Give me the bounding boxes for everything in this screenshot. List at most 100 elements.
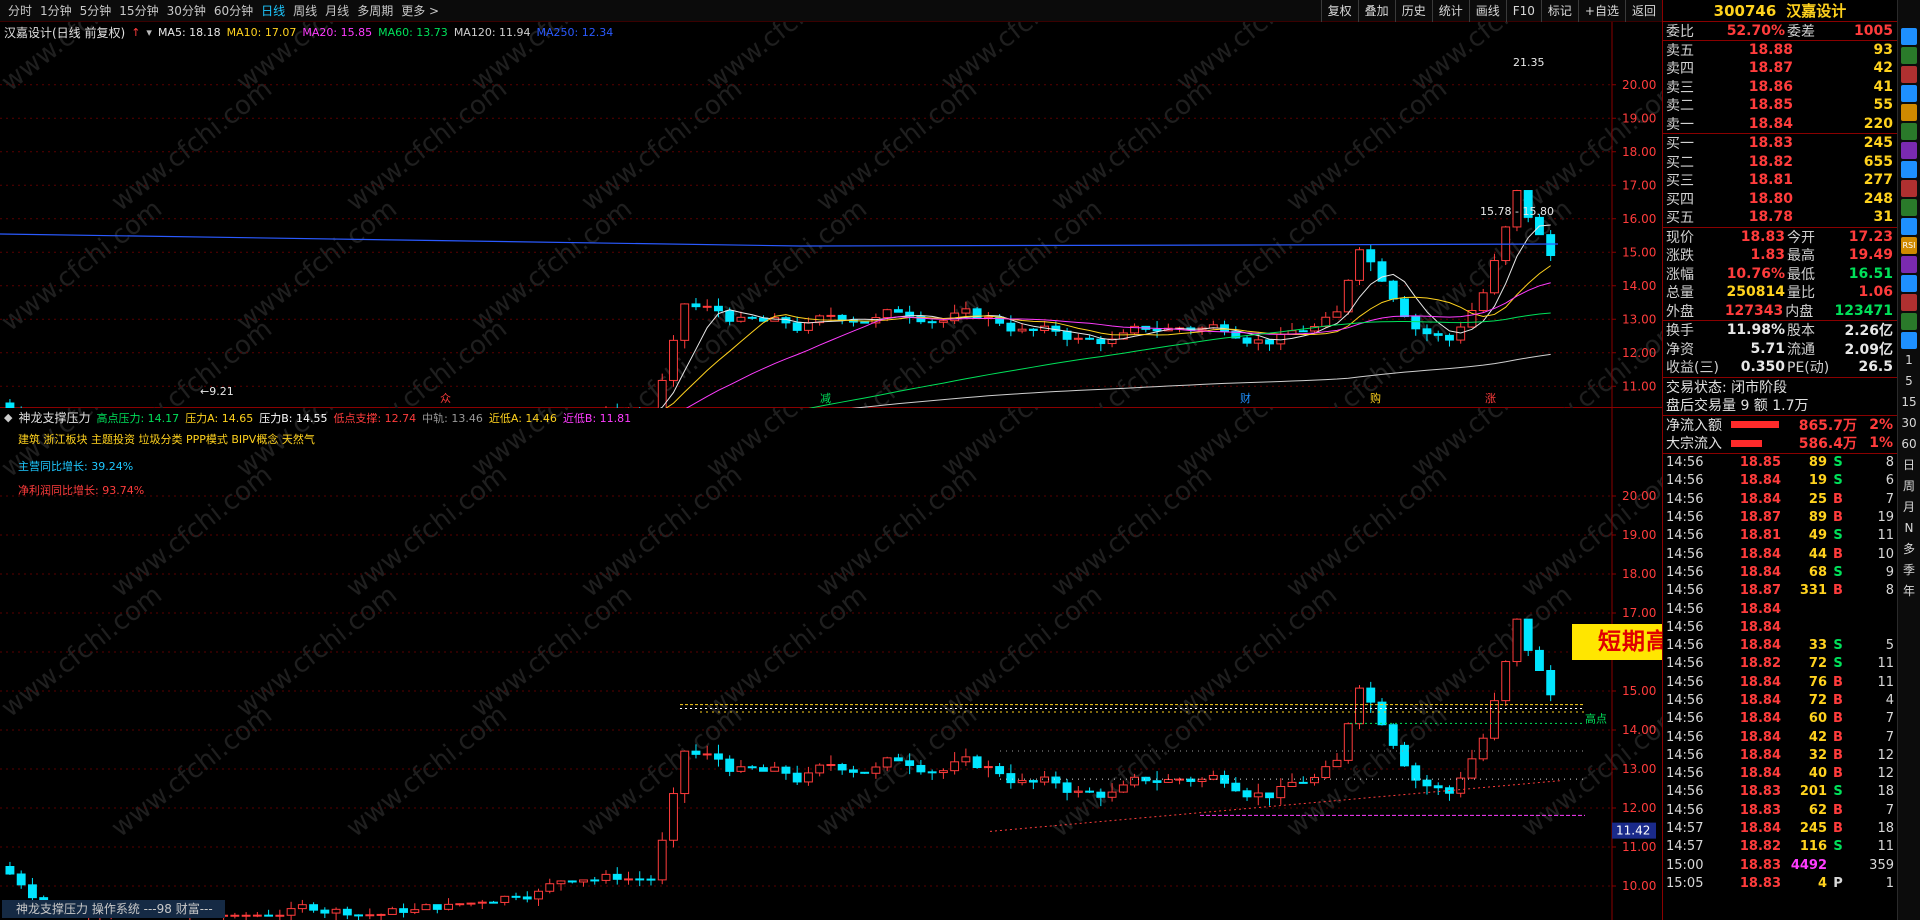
- candle-up: [252, 914, 262, 917]
- tick-row: 14:56 18.81 49 S 11: [1663, 527, 1897, 545]
- compare-icon[interactable]: RSI: [1901, 237, 1917, 254]
- tab-period-7[interactable]: 周线: [289, 0, 321, 22]
- stock-name[interactable]: 汉嘉设计: [1786, 0, 1846, 21]
- side-period-1[interactable]: 5: [1900, 372, 1918, 391]
- candle-up: [803, 772, 813, 783]
- alert-icon[interactable]: [1901, 180, 1917, 197]
- tick-direction: S: [1833, 455, 1843, 471]
- y-tick-label: 11.00: [1622, 840, 1656, 854]
- side-period-2[interactable]: 15: [1900, 393, 1918, 412]
- trend-icon[interactable]: [1901, 123, 1917, 140]
- candle-down: [1422, 328, 1432, 335]
- side-period-7[interactable]: 月: [1900, 498, 1918, 517]
- candle-down: [1028, 780, 1038, 783]
- tab-period-5[interactable]: 60分钟: [210, 0, 257, 22]
- tick-volume: 72: [1808, 656, 1827, 672]
- tick-time: 14:56: [1666, 729, 1704, 745]
- tick-direction: B: [1833, 674, 1843, 690]
- candle-up: [1343, 279, 1353, 313]
- side-period-9[interactable]: 多: [1900, 540, 1918, 559]
- indicator-bottom-title[interactable]: 神龙支撑压力 操作系统 ---98 财富---: [2, 900, 225, 918]
- money-icon[interactable]: [1901, 294, 1917, 311]
- tick-direction: S: [1833, 638, 1843, 654]
- watermark-text: www.cfchi.com: [106, 74, 278, 218]
- layout-icon[interactable]: [1901, 218, 1917, 235]
- bar-icon[interactable]: [1901, 66, 1917, 83]
- candle-up: [1456, 326, 1466, 341]
- candle-up: [961, 308, 971, 314]
- tab-period-10[interactable]: 更多 >: [397, 0, 443, 22]
- candle-up: [1073, 790, 1083, 793]
- indicator-name[interactable]: 神龙支撑压力: [18, 409, 90, 426]
- quote-label: 总量: [1666, 285, 1694, 302]
- candle-up: [421, 904, 431, 911]
- pie-icon[interactable]: [1901, 104, 1917, 121]
- quote-value: 127343: [1724, 302, 1784, 319]
- chevron-down-icon[interactable]: ▾: [146, 26, 152, 39]
- toolbar-button-5[interactable]: F10: [1505, 0, 1541, 22]
- tab-period-2[interactable]: 5分钟: [76, 0, 116, 22]
- tab-period-8[interactable]: 月线: [321, 0, 353, 22]
- kline-chart[interactable]: www.cfchi.com www.cfchi.com www.cfchi.com w…: [0, 0, 1688, 458]
- toolbar-button-6[interactable]: 标记: [1540, 0, 1578, 22]
- grid-icon[interactable]: [1901, 85, 1917, 102]
- candle-down: [1051, 776, 1061, 784]
- toolbar-button-4[interactable]: 画线: [1468, 0, 1506, 22]
- candle-up: [275, 914, 285, 917]
- tab-period-6[interactable]: 日线: [257, 0, 289, 22]
- candle-down: [1298, 781, 1308, 784]
- side-period-8[interactable]: N: [1900, 519, 1918, 538]
- tab-period-3[interactable]: 15分钟: [115, 0, 162, 22]
- tick-direction: B: [1833, 711, 1843, 727]
- toolbar-button-8[interactable]: 返回: [1624, 0, 1662, 22]
- tab-period-9[interactable]: 多周期: [353, 0, 397, 22]
- indicator-panel[interactable]: www.cfchi.com www.cfchi.com www.cfchi.com w…: [0, 340, 1688, 920]
- side-period-10[interactable]: 季: [1900, 561, 1918, 580]
- tick-volume: 72: [1808, 693, 1827, 708]
- toolbar-button-2[interactable]: 历史: [1394, 0, 1432, 22]
- main-kline-panel[interactable]: www.cfchi.com www.cfchi.com www.cfchi.com w…: [0, 0, 1688, 458]
- tick-count: 10: [1877, 546, 1894, 562]
- money-flow-row: 净流入额 865.7万 2%: [1663, 416, 1897, 435]
- quote-value: 17.23: [1848, 228, 1893, 245]
- toolbar-button-7[interactable]: +自选: [1577, 0, 1625, 22]
- sector-icon[interactable]: [1901, 275, 1917, 292]
- tick-volume: 25: [1808, 491, 1827, 507]
- quote-label: 外盘: [1666, 303, 1694, 320]
- toolbar-button-1[interactable]: 叠加: [1357, 0, 1395, 22]
- y-tick-label: 12.00: [1622, 346, 1656, 360]
- capital-icon[interactable]: [1901, 199, 1917, 216]
- side-period-11[interactable]: 年: [1900, 582, 1918, 601]
- tick-list[interactable]: 14:56 18.85 89 S 8 14:56 18.84 19 S 6 14:56 18.84 25…: [1663, 452, 1897, 893]
- orderbook-row: 卖二 18.85 55: [1663, 96, 1897, 115]
- draw-icon[interactable]: [1901, 313, 1917, 330]
- tool-icon[interactable]: [1901, 332, 1917, 349]
- fundamental-row: 收益(三) 0.350 PE(动) 26.5: [1663, 358, 1897, 377]
- quote-label: 现价: [1666, 229, 1694, 246]
- stat-icon[interactable]: [1901, 256, 1917, 273]
- toolbar-button-3[interactable]: 统计: [1431, 0, 1469, 22]
- tick-price: 18.84: [1739, 564, 1781, 580]
- orderbook-row: 买一 18.83 245: [1663, 134, 1897, 153]
- side-period-3[interactable]: 30: [1900, 414, 1918, 433]
- tick-time: 14:56: [1666, 656, 1704, 672]
- concept-text: 建筑 浙江板块 主题投资 垃圾分类 PPP模式 BIPV概念 天然气: [18, 433, 315, 446]
- y-tick-label: 19.00: [1622, 111, 1656, 125]
- side-period-0[interactable]: 1: [1900, 351, 1918, 370]
- tab-period-0[interactable]: 分时: [4, 0, 36, 22]
- tab-period-4[interactable]: 30分钟: [163, 0, 210, 22]
- toolbar-button-0[interactable]: 复权: [1320, 0, 1358, 22]
- side-period-6[interactable]: 周: [1900, 477, 1918, 496]
- tab-period-1[interactable]: 1分钟: [36, 0, 76, 22]
- indicator-chart[interactable]: www.cfchi.com www.cfchi.com www.cfchi.com w…: [0, 340, 1688, 920]
- side-period-5[interactable]: 日: [1900, 456, 1918, 475]
- side-period-4[interactable]: 60: [1900, 435, 1918, 454]
- candle-up: [556, 880, 566, 885]
- list-icon[interactable]: [1901, 28, 1917, 45]
- orderbook-level: 买二: [1666, 154, 1694, 171]
- fund-label: 流通: [1787, 341, 1815, 358]
- tick-time: 14:56: [1666, 619, 1704, 635]
- news-icon[interactable]: [1901, 161, 1917, 178]
- chart-icon[interactable]: [1901, 47, 1917, 64]
- fund-icon[interactable]: [1901, 142, 1917, 159]
